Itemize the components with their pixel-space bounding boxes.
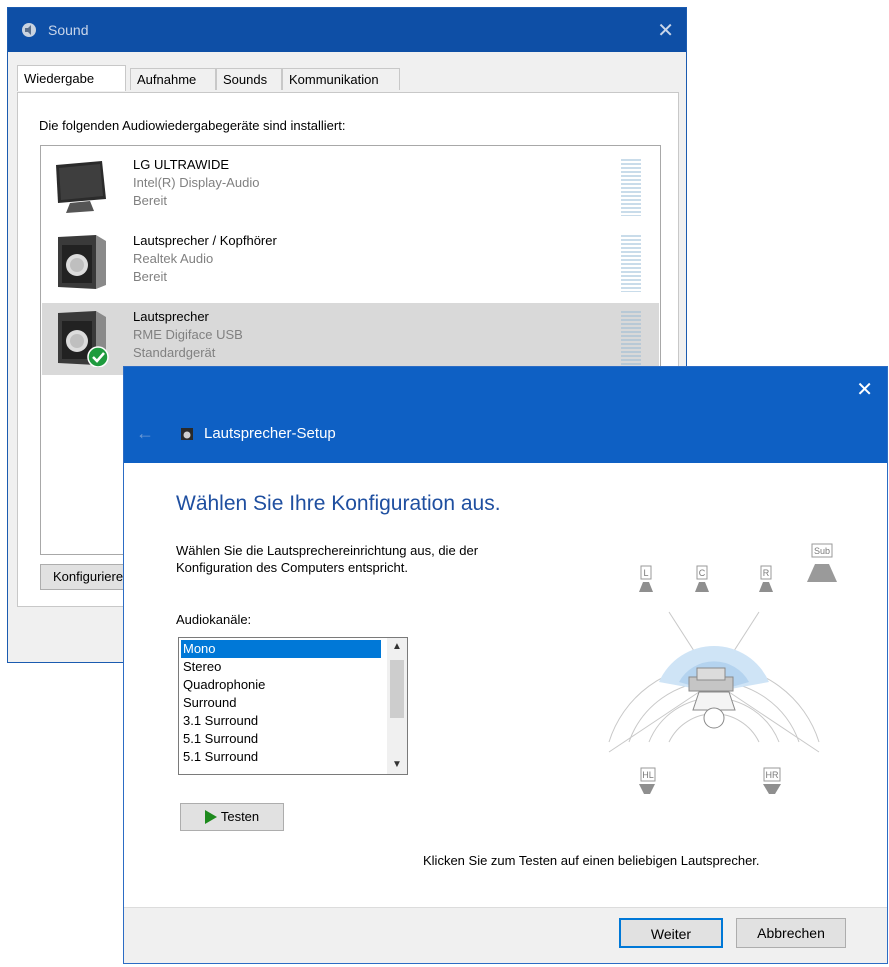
audio-channels-list[interactable]: Mono Stereo Quadrophonie Surround 3.1 Su… bbox=[178, 637, 408, 775]
speaker-label-l: L bbox=[643, 568, 648, 578]
wizard-header[interactable]: ✕ ← Lautsprecher-Setup bbox=[124, 367, 887, 463]
play-icon bbox=[204, 809, 217, 824]
device-status: Standardgerät bbox=[133, 345, 216, 360]
speaker-rear-left[interactable]: HL bbox=[639, 767, 656, 794]
speaker-left[interactable]: L bbox=[639, 565, 653, 592]
speaker-right[interactable]: R bbox=[759, 565, 773, 592]
volume-meter bbox=[621, 311, 641, 368]
speaker-label-sub: Sub bbox=[814, 546, 830, 556]
sound-titlebar[interactable]: Sound ✕ bbox=[8, 8, 686, 52]
cancel-button[interactable]: Abbrechen bbox=[736, 918, 846, 948]
sound-window-title: Sound bbox=[48, 22, 89, 38]
test-button-label: Testen bbox=[220, 809, 260, 824]
speaker-label-c: C bbox=[699, 568, 706, 578]
device-name: Lautsprecher / Kopfhörer bbox=[133, 233, 277, 248]
speaker-icon bbox=[58, 311, 109, 367]
channel-option-stereo[interactable]: Stereo bbox=[181, 658, 381, 676]
channel-option-5-1-surround-2[interactable]: 5.1 Surround bbox=[181, 748, 381, 766]
channel-option-3-1-surround[interactable]: 3.1 Surround bbox=[181, 712, 381, 730]
back-arrow-icon[interactable]: ← bbox=[136, 423, 154, 444]
monitor-icon bbox=[56, 161, 106, 213]
tab-sounds[interactable]: Sounds bbox=[216, 68, 282, 90]
speaker-setup-wizard: ✕ ← Lautsprecher-Setup Wählen Sie Ihre K… bbox=[123, 366, 888, 964]
volume-meter bbox=[621, 235, 641, 292]
volume-meter bbox=[621, 159, 641, 216]
device-driver: Intel(R) Display-Audio bbox=[133, 175, 260, 190]
channel-option-quadrophonie[interactable]: Quadrophonie bbox=[181, 676, 381, 694]
wizard-hint-text: Klicken Sie zum Testen auf einen beliebi… bbox=[423, 853, 760, 868]
test-button[interactable]: Testen bbox=[180, 803, 284, 831]
device-name: LG ULTRAWIDE bbox=[133, 157, 230, 172]
speaker-setup-icon bbox=[181, 428, 193, 440]
check-icon bbox=[87, 346, 109, 367]
device-status: Bereit bbox=[133, 193, 167, 208]
tab-kommunikation[interactable]: Kommunikation bbox=[282, 68, 400, 90]
speaker-label-hl: HL bbox=[642, 770, 654, 780]
speaker-label-hr: HR bbox=[766, 770, 779, 780]
scroll-up-icon[interactable]: ▲ bbox=[387, 638, 407, 656]
channel-option-mono[interactable]: Mono bbox=[181, 640, 381, 658]
wizard-heading: Wählen Sie Ihre Konfiguration aus. bbox=[176, 492, 501, 515]
scroll-thumb[interactable] bbox=[390, 660, 404, 718]
device-item-lautsprecher-kopfhoerer[interactable]: Lautsprecher / Kopfhörer Realtek Audio B… bbox=[42, 227, 659, 299]
wizard-description: Wählen Sie die Lautsprechereinrichtung a… bbox=[176, 543, 479, 575]
device-item-lg-ultrawide[interactable]: LG ULTRAWIDE Intel(R) Display-Audio Bere… bbox=[42, 151, 659, 223]
device-status: Bereit bbox=[133, 269, 167, 284]
device-name: Lautsprecher bbox=[133, 309, 209, 324]
audio-channels-label: Audiokanäle: bbox=[176, 612, 252, 627]
scroll-down-icon[interactable]: ▼ bbox=[387, 756, 407, 774]
speaker-icon bbox=[58, 235, 106, 289]
speaker-label-r: R bbox=[763, 568, 770, 578]
tab-aufnahme[interactable]: Aufnahme bbox=[130, 68, 216, 90]
next-button[interactable]: Weiter bbox=[619, 918, 723, 948]
speaker-layout-diagram: L C R Sub HL HR bbox=[608, 543, 837, 794]
tab-wiedergabe[interactable]: Wiedergabe bbox=[17, 65, 126, 91]
speaker-sub[interactable]: Sub bbox=[807, 543, 837, 582]
device-driver: Realtek Audio bbox=[133, 251, 214, 266]
wizard-title: Lautsprecher-Setup bbox=[204, 425, 336, 442]
speaker-app-icon bbox=[22, 23, 36, 37]
device-item-lautsprecher[interactable]: Lautsprecher RME Digiface USB Standardge… bbox=[42, 303, 659, 375]
wizard-close-icon[interactable]: ✕ bbox=[856, 377, 873, 402]
speaker-center[interactable]: C bbox=[695, 565, 709, 592]
playback-intro-text: Die folgenden Audiowiedergabegeräte sind… bbox=[39, 118, 346, 133]
channel-option-5-1-surround[interactable]: 5.1 Surround bbox=[181, 730, 381, 748]
device-driver: RME Digiface USB bbox=[133, 327, 243, 342]
speaker-rear-right[interactable]: HR bbox=[763, 767, 781, 794]
channel-list-scrollbar[interactable]: ▲ ▼ bbox=[387, 638, 407, 774]
sound-close-icon[interactable]: ✕ bbox=[657, 18, 674, 43]
channel-option-surround[interactable]: Surround bbox=[181, 694, 381, 712]
